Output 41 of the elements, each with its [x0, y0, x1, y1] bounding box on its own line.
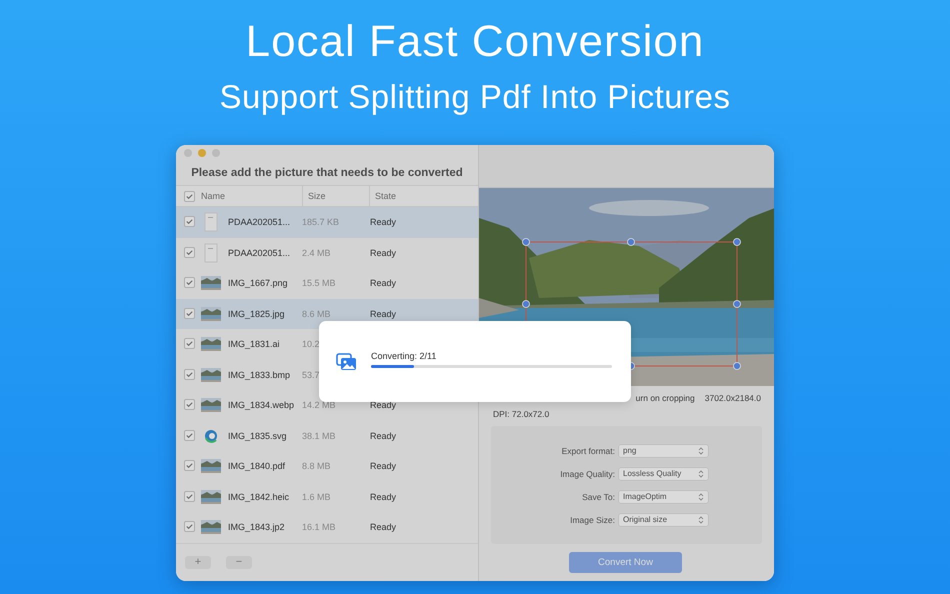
file-name: PDAA202051...: [228, 248, 290, 258]
setting-label: Image Quality:: [559, 468, 615, 478]
file-size: 8.6 MB: [302, 308, 331, 319]
file-state: Ready: [370, 248, 396, 258]
file-size: 1.6 MB: [302, 492, 331, 502]
file-size: 2.4 MB: [302, 248, 331, 258]
panel-heading: Please add the picture that needs to be converted: [190, 166, 464, 181]
setting-label: Image Size:: [569, 514, 615, 524]
file-state: Ready: [370, 492, 396, 502]
progress-message: Converting: 2/11: [371, 351, 438, 361]
image-dimensions: 3702.0x2184.0: [704, 393, 761, 404]
file-state: Ready: [370, 400, 396, 410]
file-name: IMG_1667.png: [228, 278, 288, 288]
file-size: 16.1 MB: [302, 522, 336, 532]
file-size: 15.5 MB: [302, 278, 336, 288]
file-name: IMG_1831.ai: [228, 339, 280, 350]
setting-label: Save To:: [581, 492, 615, 502]
file-state: Ready: [370, 217, 396, 228]
dpi-label: DPI: 72.0x72.0: [493, 409, 550, 419]
file-size: 53.7: [302, 370, 320, 380]
file-name: IMG_1834.webp: [228, 400, 294, 410]
file-name: IMG_1835.svg: [228, 430, 287, 441]
file-state: Ready: [370, 522, 396, 532]
setting-label: Export format:: [560, 446, 615, 456]
file-state: Ready: [370, 308, 396, 319]
file-size: 10.2: [302, 339, 320, 350]
file-state: Ready: [370, 278, 396, 288]
file-name: IMG_1825.jpg: [228, 308, 285, 319]
file-state: Ready: [370, 461, 396, 472]
file-size: 185.7 KB: [302, 217, 340, 228]
subheadline: Support Splitting Pdf Into Pictures: [220, 77, 730, 117]
file-size: 14.2 MB: [302, 400, 336, 410]
headline: Local Fast Conversion: [246, 17, 704, 67]
file-state: Ready: [370, 430, 396, 441]
file-size: 8.8 MB: [302, 461, 331, 472]
file-name: IMG_1840.pdf: [228, 461, 286, 472]
file-name: IMG_1843.jp2: [228, 522, 285, 532]
file-size: 38.1 MB: [302, 430, 336, 441]
file-name: IMG_1833.bmp: [228, 370, 290, 380]
file-name: IMG_1842.heic: [228, 492, 290, 502]
file-name: PDAA202051...: [228, 217, 290, 228]
